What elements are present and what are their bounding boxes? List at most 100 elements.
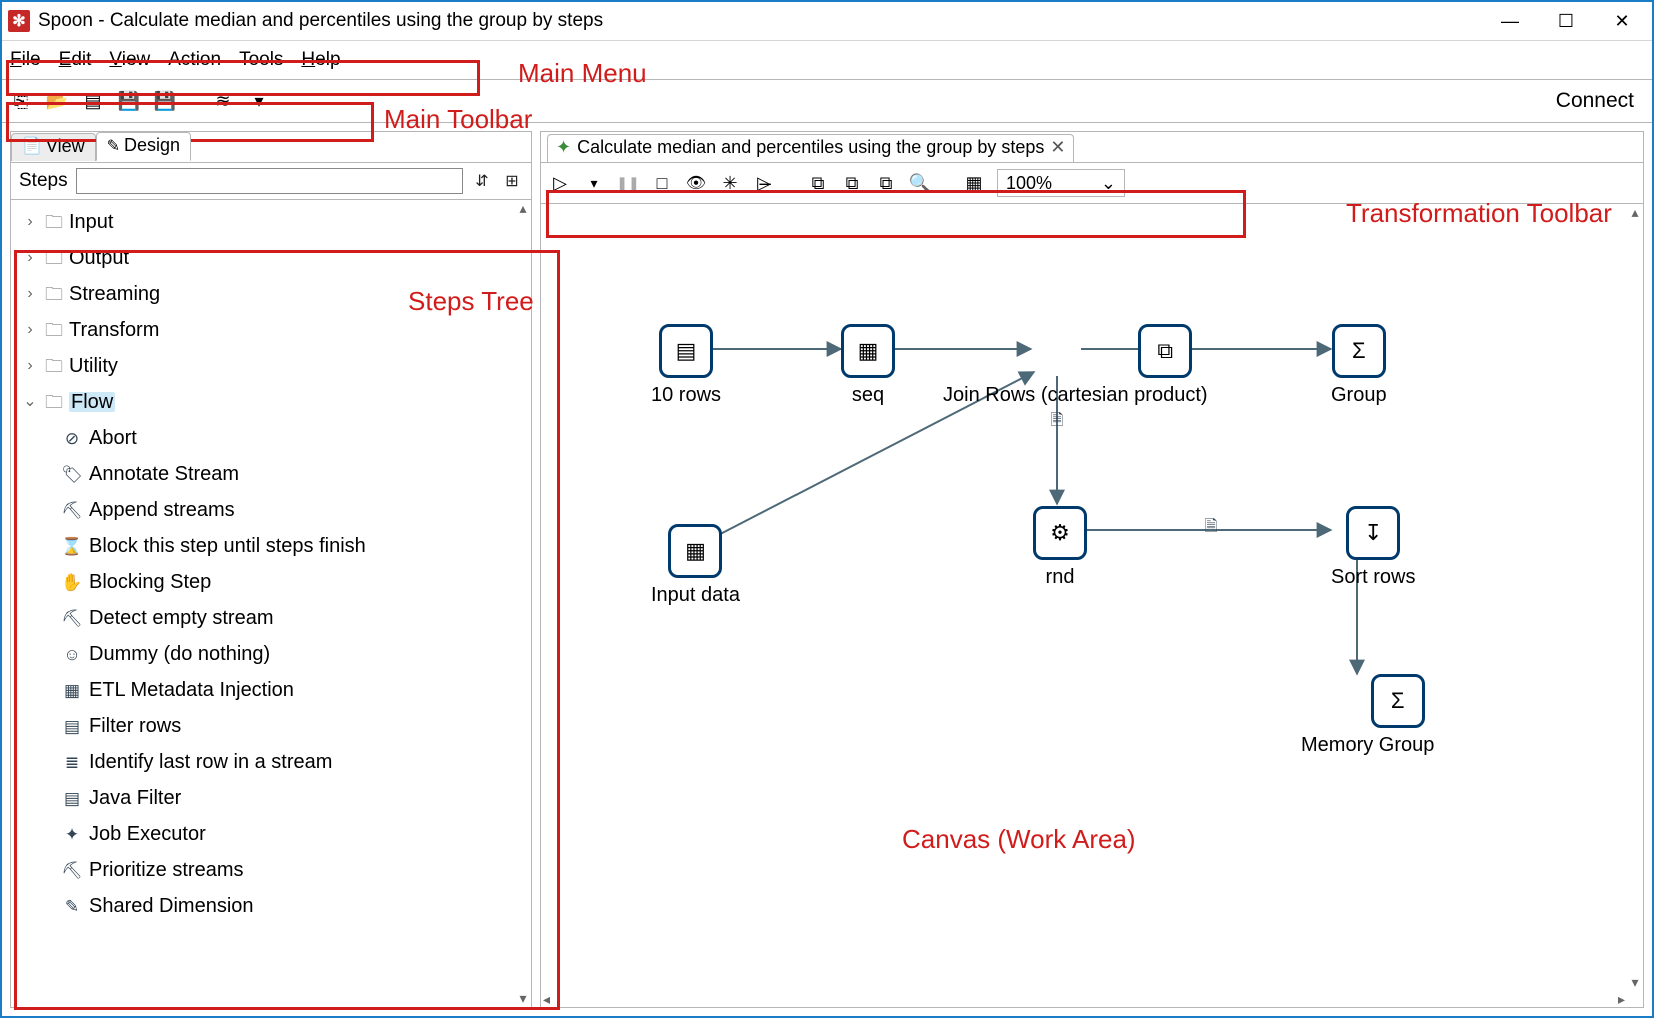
node-group[interactable]: Σ Group [1331, 324, 1387, 407]
node-10rows[interactable]: ▤ 10 rows [651, 324, 721, 407]
connect-link[interactable]: Connect [1556, 89, 1644, 113]
step-item-label: Shared Dimension [89, 896, 254, 916]
folder-icon: 🗀 [45, 249, 63, 267]
step-item[interactable]: ≣Identify last row in a stream [17, 744, 531, 780]
step-item[interactable]: ▤Filter rows [17, 708, 531, 744]
perspective-button[interactable]: ≋ [212, 90, 234, 112]
folder-icon: 🗀 [45, 393, 63, 411]
close-button[interactable]: ✕ [1594, 4, 1650, 38]
node-join[interactable]: ⧉ Join Rows (cartesian product) [1033, 324, 1298, 407]
node-seq[interactable]: ▦ seq [841, 324, 895, 407]
canvas[interactable]: 🗎 🗎 🗎 ▤ 10 rows ▦ seq ⧉ Join Rows (car [541, 204, 1643, 1007]
tab-view[interactable]: 📄 View [11, 133, 96, 161]
step-item-icon: ✎ [61, 895, 83, 917]
grid-button[interactable]: ▦ [963, 172, 985, 194]
menu-tools[interactable]: Tools [239, 49, 283, 71]
steps-tree: ›🗀Input›🗀Output›🗀Streaming›🗀Transform›🗀U… [11, 200, 531, 1007]
step-item-icon: ▤ [61, 787, 83, 809]
step-item[interactable]: ✋Blocking Step [17, 564, 531, 600]
step-item[interactable]: 🏷Annotate Stream [17, 456, 531, 492]
zoom-value: 100% [1006, 173, 1052, 194]
step-icon: ▦ [668, 524, 722, 578]
twisty-icon[interactable]: › [21, 358, 39, 374]
minimize-button[interactable]: — [1482, 4, 1538, 38]
step-item-label: Job Executor [89, 824, 206, 844]
step-item-icon: ⛏ [61, 859, 83, 881]
folder-flow[interactable]: ⌄ 🗀 Flow [17, 384, 531, 420]
twisty-icon[interactable]: ⌄ [21, 394, 39, 410]
impact-button[interactable]: ⧉ [875, 172, 897, 194]
step-item[interactable]: ✦Job Executor [17, 816, 531, 852]
tree-collapse-button[interactable]: ⊞ [501, 170, 523, 192]
save-as-button[interactable]: 💾 [154, 90, 176, 112]
perspective-dropdown-icon[interactable]: ▾ [248, 90, 270, 112]
node-inputdata[interactable]: ▦ Input data [651, 524, 740, 607]
menu-view[interactable]: View [109, 49, 150, 71]
twisty-icon[interactable]: › [21, 250, 39, 266]
twisty-icon[interactable]: › [21, 286, 39, 302]
folder-input[interactable]: ›🗀Input [17, 204, 531, 240]
step-item-icon: ⌛ [61, 535, 83, 557]
sql-button[interactable]: ⧉ [807, 172, 829, 194]
magnify-button[interactable]: 🔍 [909, 172, 931, 194]
editor-tab-label: Calculate median and percentiles using t… [577, 137, 1044, 158]
application-window: ✻ Spoon - Calculate median and percentil… [0, 0, 1654, 1018]
pause-button[interactable]: ❚❚ [617, 172, 639, 194]
menu-edit[interactable]: Edit [59, 49, 92, 71]
side-scrollbar[interactable]: ▴▾ [515, 200, 531, 1007]
step-item-label: Append streams [89, 500, 235, 520]
step-item-icon: ⛏ [61, 607, 83, 629]
app-logo-icon: ✻ [8, 10, 30, 32]
editor-tab-transformation[interactable]: ✦ Calculate median and percentiles using… [547, 134, 1074, 162]
editor-tab-close-icon[interactable]: ✕ [1050, 137, 1065, 158]
step-item[interactable]: ☺Dummy (do nothing) [17, 636, 531, 672]
folder-icon: 🗀 [45, 213, 63, 231]
step-icon: ▤ [659, 324, 713, 378]
canvas-vscroll[interactable]: ▴▾ [1627, 204, 1643, 991]
canvas-hscroll[interactable]: ◂▸ [541, 991, 1627, 1007]
step-item[interactable]: ⛏Prioritize streams [17, 852, 531, 888]
step-item[interactable]: ▤Java Filter [17, 780, 531, 816]
maximize-button[interactable]: ☐ [1538, 4, 1594, 38]
steps-search-input[interactable] [76, 168, 463, 194]
replay-button[interactable]: ▷̶ [753, 172, 775, 194]
node-memgroup[interactable]: Σ Memory Group [1331, 674, 1464, 757]
step-item[interactable]: ⊘Abort [17, 420, 531, 456]
step-item-label: Abort [89, 428, 137, 448]
menu-file[interactable]: File [10, 49, 41, 71]
main-toolbar: ⎘ 📂 ▤ 💾 💾 ≋ ▾ Connect [2, 79, 1652, 123]
tab-design[interactable]: ✎ Design [96, 132, 191, 161]
menu-action[interactable]: Action [168, 49, 221, 71]
open-button[interactable]: 📂 [46, 90, 68, 112]
step-icon: ↧ [1346, 506, 1400, 560]
step-item[interactable]: ✎ Shared Dimension [17, 888, 531, 924]
preview-button[interactable]: 👁 [685, 172, 707, 194]
folder-transform[interactable]: ›🗀Transform [17, 312, 531, 348]
folder-output[interactable]: ›🗀Output [17, 240, 531, 276]
run-dropdown-icon[interactable]: ▾ [583, 172, 605, 194]
new-button[interactable]: ⎘ [10, 90, 32, 112]
folder-utility[interactable]: ›🗀Utility [17, 348, 531, 384]
step-item[interactable]: ▦ETL Metadata Injection [17, 672, 531, 708]
zoom-select[interactable]: 100% ⌄ [997, 169, 1125, 197]
step-item[interactable]: ⛏Detect empty stream [17, 600, 531, 636]
debug-button[interactable]: ✳ [719, 172, 741, 194]
menu-help[interactable]: Help [301, 49, 340, 71]
save-button[interactable]: 💾 [118, 90, 140, 112]
stop-button[interactable]: □ [651, 172, 673, 194]
list-button[interactable]: ▤ [82, 90, 104, 112]
twisty-icon[interactable]: › [21, 322, 39, 338]
step-label: Memory Group [1301, 734, 1434, 757]
folder-label: Flow [69, 392, 115, 412]
step-label: Group [1331, 384, 1387, 407]
run-button[interactable]: ▷ [549, 172, 571, 194]
node-rnd[interactable]: ⚙ rnd [1033, 506, 1087, 589]
explore-db-button[interactable]: ⧉ [841, 172, 863, 194]
tree-expand-button[interactable]: ⇵ [471, 170, 493, 192]
step-item[interactable]: ⛏Append streams [17, 492, 531, 528]
view-tab-label: View [46, 136, 85, 157]
step-item[interactable]: ⌛Block this step until steps finish [17, 528, 531, 564]
twisty-icon[interactable]: › [21, 214, 39, 230]
folder-streaming[interactable]: ›🗀Streaming [17, 276, 531, 312]
node-sort[interactable]: ↧ Sort rows [1331, 506, 1415, 589]
